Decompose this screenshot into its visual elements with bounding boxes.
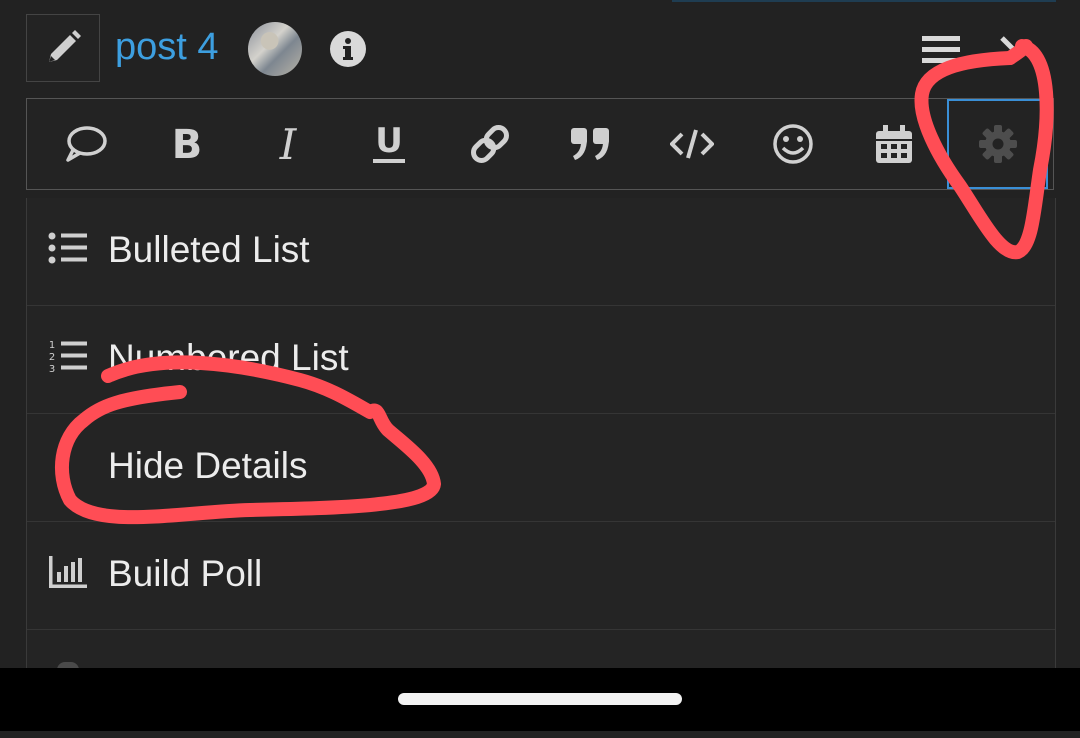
bold-icon: B (171, 124, 202, 164)
svg-text:3: 3 (49, 364, 55, 374)
emoji-icon (772, 124, 813, 164)
chevron-icon[interactable] (996, 34, 1026, 64)
menu-item-hide-details[interactable]: Hide Details (27, 414, 1055, 522)
avatar[interactable] (248, 22, 302, 76)
svg-text:U: U (375, 122, 403, 161)
link-icon (470, 125, 509, 163)
numbered-list-icon: 1 2 3 (49, 340, 87, 374)
italic-icon: I (278, 124, 297, 164)
menu-item-label: Numbered List (108, 337, 349, 378)
bulleted-list-icon (48, 232, 87, 264)
options-gear-button[interactable] (947, 99, 1048, 189)
menu-item-numbered-list[interactable]: 1 2 3 Numbered List (27, 306, 1055, 414)
menu-item-label: Hide Details (108, 445, 308, 486)
edit-button[interactable] (26, 14, 100, 82)
svg-text:1: 1 (49, 340, 55, 351)
svg-text:B: B (171, 124, 202, 164)
emoji-button[interactable] (742, 99, 843, 189)
menu-item-build-poll[interactable]: Build Poll (27, 522, 1055, 630)
underline-icon: U (372, 122, 405, 163)
bold-button[interactable]: B (136, 99, 237, 189)
pencil-icon (49, 30, 81, 62)
composer-toolbar: B I U (26, 98, 1054, 190)
link-button[interactable] (439, 99, 540, 189)
svg-text:I: I (278, 124, 297, 164)
blockquote-icon (570, 128, 609, 160)
underline-button[interactable]: U (338, 99, 439, 189)
poll-chart-icon (49, 556, 87, 588)
calendar-button[interactable] (843, 99, 944, 189)
svg-text:2: 2 (49, 352, 55, 363)
calendar-icon (875, 125, 912, 163)
quote-button[interactable] (35, 99, 136, 189)
menu-item-label: Bulleted List (108, 229, 310, 270)
menu-item-label: Build Poll (108, 553, 263, 594)
menu-item-bulleted-list[interactable]: Bulleted List (27, 198, 1055, 306)
blockquote-button[interactable] (540, 99, 641, 189)
composer-header: post 4 (0, 0, 1080, 96)
info-icon[interactable] (329, 30, 367, 68)
gear-icon (978, 125, 1017, 163)
hamburger-menu-icon[interactable] (922, 34, 960, 64)
code-icon (669, 129, 714, 159)
topic-title-link[interactable]: post 4 (115, 24, 219, 70)
italic-button[interactable]: I (237, 99, 338, 189)
toolbar-options-menu: Bulleted List 1 2 3 Numbered List Hide D… (26, 198, 1056, 670)
quote-icon (65, 126, 107, 162)
code-button[interactable] (641, 99, 742, 189)
home-gesture-handle[interactable] (398, 693, 682, 705)
